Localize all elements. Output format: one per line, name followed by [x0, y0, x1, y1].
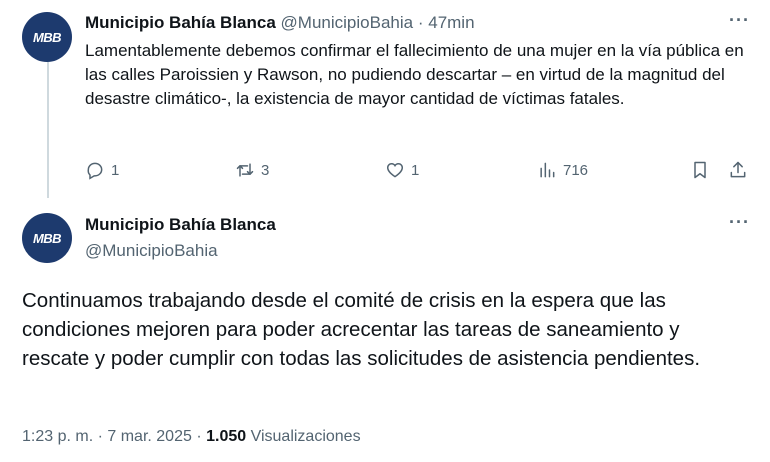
more-options-button[interactable]: ···: [729, 212, 750, 233]
views-button[interactable]: 716: [537, 160, 588, 180]
author-name[interactable]: Municipio Bahía Blanca: [85, 13, 276, 32]
avatar-logo-text: MBB: [32, 230, 62, 246]
views-count: 716: [563, 161, 589, 179]
author-handle[interactable]: @MunicipioBahia: [281, 13, 414, 32]
bookmark-button[interactable]: [690, 160, 716, 180]
reply-button[interactable]: 1: [85, 160, 119, 180]
heart-icon: [386, 162, 404, 178]
header-separator: ·: [417, 13, 424, 32]
like-button[interactable]: 1: [385, 160, 419, 180]
tweet-text: Lamentablemente debemos confirmar el fal…: [85, 41, 744, 108]
reply-icon: [87, 162, 103, 180]
reply-count: 1: [111, 161, 120, 179]
views-total: 1.050: [206, 428, 247, 445]
like-count: 1: [411, 161, 420, 179]
share-icon: [730, 161, 746, 178]
tweet-header: Municipio Bahía Blanca @MunicipioBahia ·…: [85, 12, 475, 34]
avatar[interactable]: MBB: [22, 213, 72, 263]
tweet-meta: 1:23 p. m. · 7 mar. 2025 · 1.050 Visuali…: [22, 428, 361, 446]
tweet-actions: 1 3 1 716: [85, 160, 755, 186]
more-options-button[interactable]: ···: [729, 10, 750, 31]
share-button[interactable]: [728, 160, 754, 180]
thread-connector-line: [47, 62, 49, 198]
retweet-icon: [236, 163, 254, 177]
tweet-time[interactable]: 47min: [428, 13, 474, 32]
bookmark-icon: [694, 161, 706, 179]
analytics-icon: [540, 162, 555, 178]
author-name[interactable]: Municipio Bahía Blanca: [85, 215, 276, 235]
retweet-button[interactable]: 3: [235, 160, 269, 180]
tweet-text: Continuamos trabajando desde el comité d…: [22, 289, 701, 370]
author-handle[interactable]: @MunicipioBahia: [85, 241, 218, 261]
retweet-count: 3: [261, 161, 270, 179]
avatar[interactable]: MBB: [22, 12, 72, 62]
views-label: Visualizaciones: [246, 428, 361, 445]
tweet-timestamp[interactable]: 1:23 p. m. · 7 mar. 2025 ·: [22, 428, 206, 445]
avatar-logo-text: MBB: [32, 29, 62, 45]
